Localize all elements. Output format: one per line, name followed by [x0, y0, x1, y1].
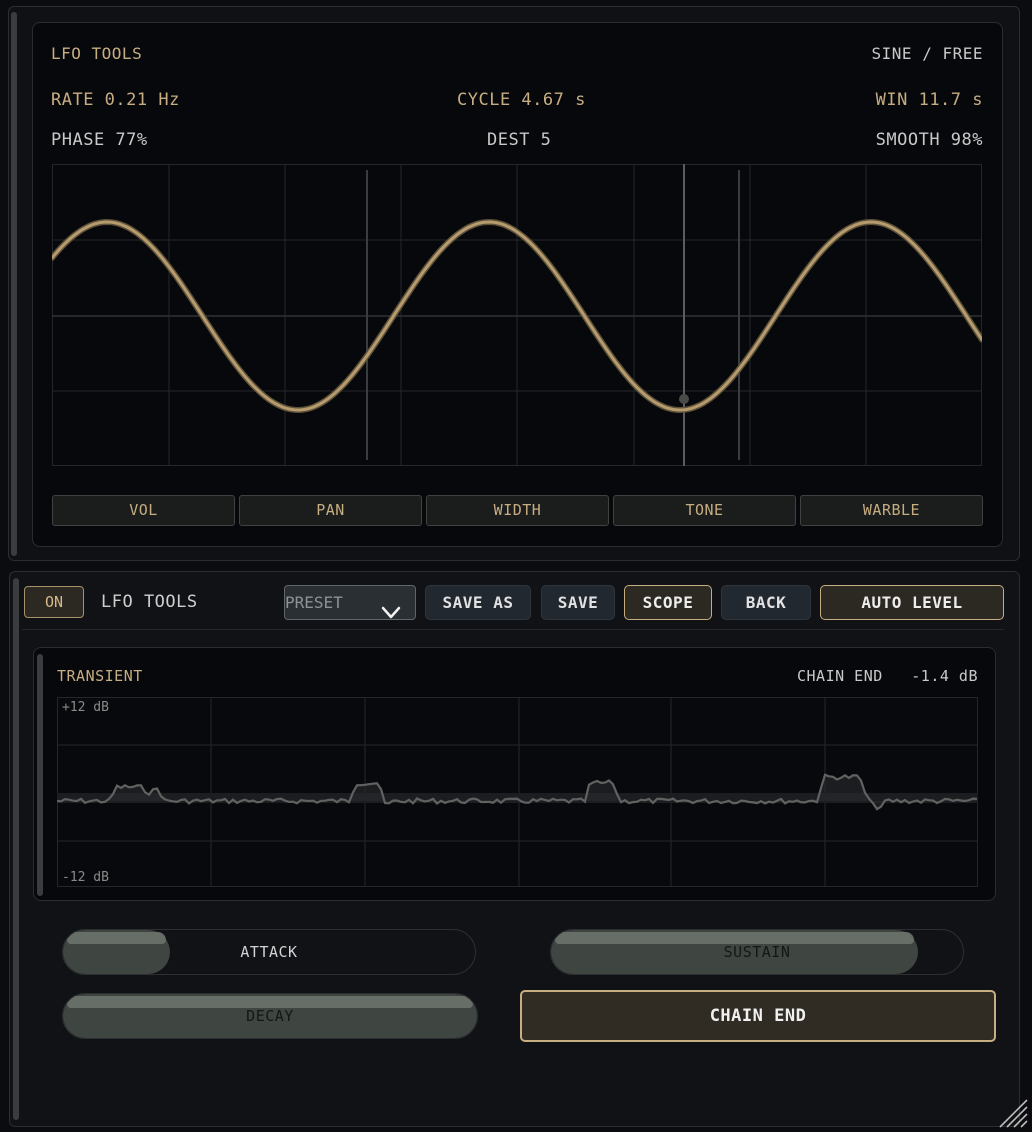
- dest-button-pan[interactable]: PAN: [239, 495, 422, 526]
- dest-button-width[interactable]: WIDTH: [426, 495, 609, 526]
- decay-slider[interactable]: DECAY: [62, 993, 478, 1039]
- sustain-label: SUSTAIN: [723, 943, 791, 961]
- toolbar-divider: [22, 629, 1004, 630]
- dest-button-tone[interactable]: TONE: [613, 495, 796, 526]
- axis-top-label: +12 dB: [62, 700, 109, 715]
- lfo-smooth: SMOOTH 98%: [875, 130, 983, 150]
- device-panel-scrollbar[interactable]: [13, 578, 19, 1120]
- lfo-cycle: CYCLE 4.67 s: [457, 90, 586, 110]
- save-button[interactable]: SAVE: [541, 585, 615, 620]
- lfo-mode: SINE / FREE: [871, 44, 983, 63]
- lfo-dest-count: DEST 5: [487, 130, 552, 150]
- preset-dropdown-label: PRESET: [285, 593, 343, 612]
- attack-slider[interactable]: ATTACK: [62, 929, 476, 975]
- chain-end-label: CHAIN END: [797, 667, 883, 685]
- power-on-button[interactable]: ON: [24, 586, 84, 618]
- dest-button-warble[interactable]: WARBLE: [800, 495, 983, 526]
- chain-end-value: -1.4 dB: [911, 667, 978, 685]
- lfo-panel-scrollbar[interactable]: [11, 12, 17, 556]
- resize-grip-icon[interactable]: [996, 1096, 1028, 1128]
- lfo-window: WIN 11.7 s: [875, 90, 983, 110]
- transient-title: TRANSIENT: [57, 667, 143, 685]
- transient-scrollbar[interactable]: [37, 654, 43, 896]
- chain-end-button[interactable]: CHAIN END: [520, 990, 996, 1042]
- device-title: LFO TOOLS: [101, 592, 198, 612]
- decay-label: DECAY: [246, 1007, 294, 1025]
- attack-label: ATTACK: [240, 943, 298, 961]
- lfo-rate: RATE 0.21 Hz: [51, 90, 180, 110]
- back-button[interactable]: BACK: [721, 585, 811, 620]
- transient-plot: [57, 697, 978, 887]
- save-as-button[interactable]: SAVE AS: [425, 585, 531, 620]
- lfo-phase: PHASE 77%: [51, 130, 148, 150]
- chevron-down-icon: [381, 597, 401, 630]
- axis-bottom-label: -12 dB: [62, 870, 109, 885]
- dest-button-vol[interactable]: VOL: [52, 495, 235, 526]
- lfo-waveform-plot[interactable]: [52, 164, 982, 466]
- lfo-title: LFO TOOLS: [51, 44, 143, 63]
- auto-level-button[interactable]: AUTO LEVEL: [820, 585, 1004, 620]
- preset-dropdown[interactable]: PRESET: [284, 585, 416, 620]
- sustain-slider[interactable]: SUSTAIN: [550, 929, 964, 975]
- scope-button[interactable]: SCOPE: [624, 585, 712, 620]
- lfo-playhead-dot[interactable]: [679, 394, 689, 404]
